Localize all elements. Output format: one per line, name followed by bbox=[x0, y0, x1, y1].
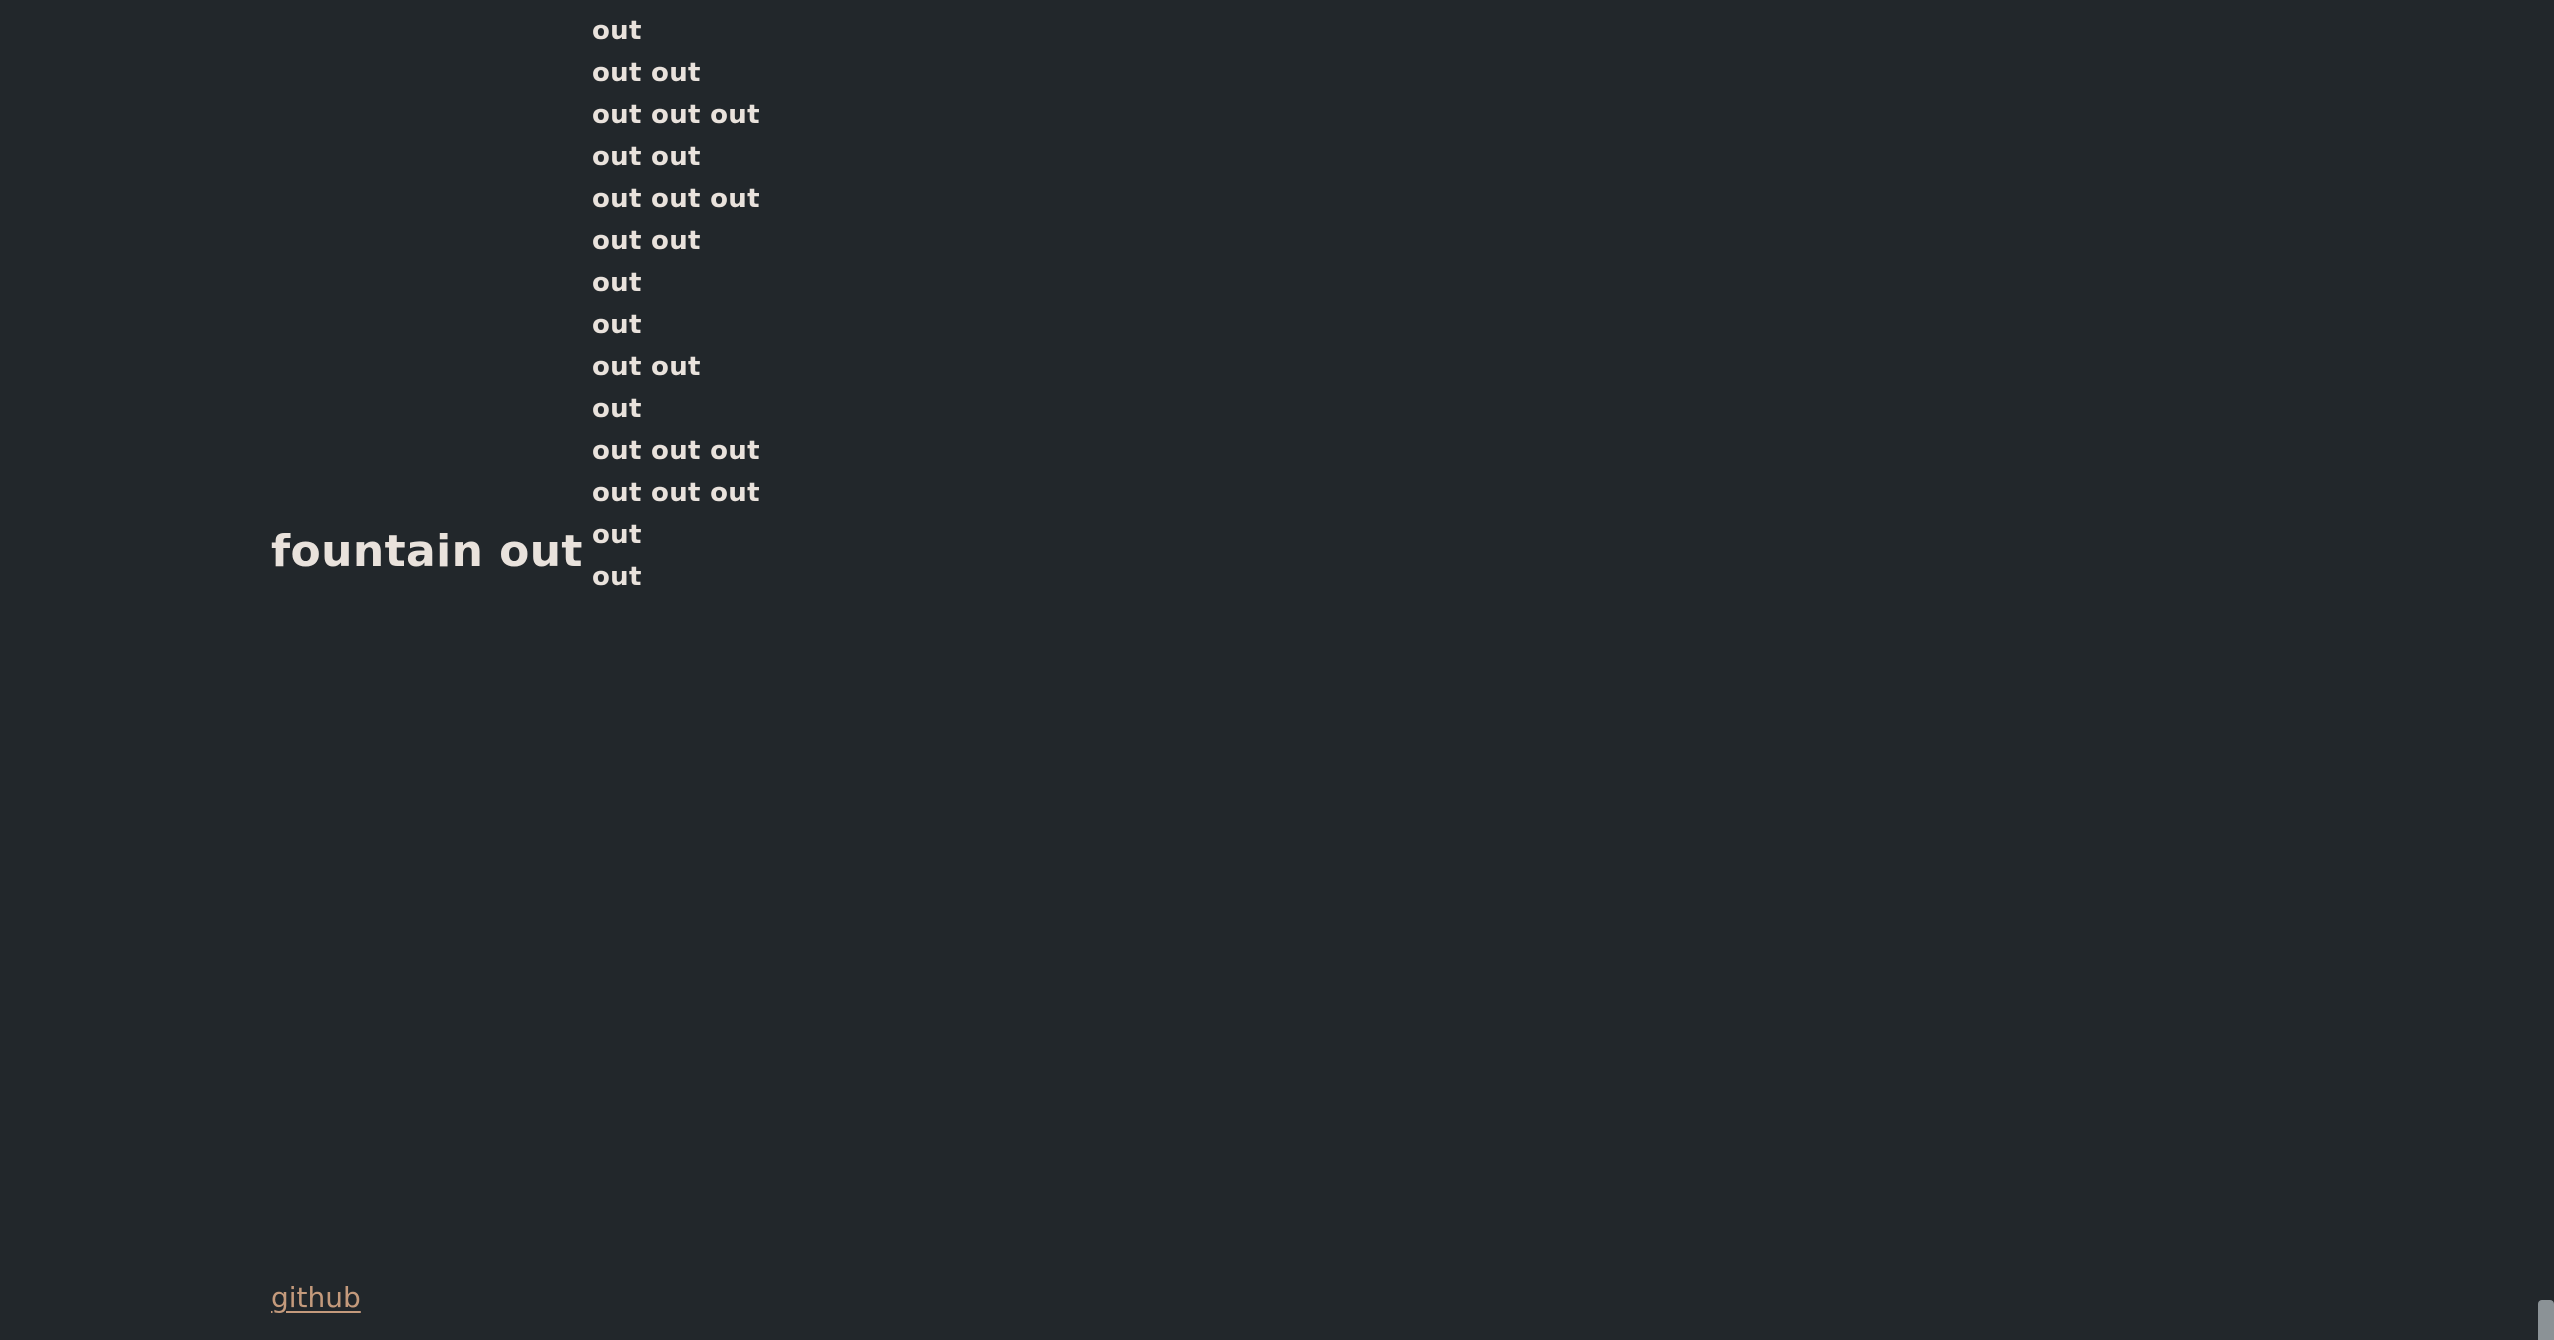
echo-line: out bbox=[592, 268, 642, 298]
echo-line: out out out bbox=[592, 100, 760, 130]
github-link[interactable]: github bbox=[271, 1281, 361, 1315]
echo-output-column: out out out out out out out out out out … bbox=[592, 10, 760, 598]
echo-line: out out bbox=[592, 226, 701, 256]
echo-line: out bbox=[592, 394, 642, 424]
echo-line: out bbox=[592, 520, 642, 550]
vertical-scrollbar-thumb[interactable] bbox=[2538, 1300, 2554, 1340]
echo-line: out bbox=[592, 16, 642, 46]
echo-line: out bbox=[592, 562, 642, 592]
echo-line: out out bbox=[592, 58, 701, 88]
page-root: fountain out out out out out out out out… bbox=[0, 0, 2554, 1340]
echo-line: out out bbox=[592, 142, 701, 172]
vertical-scrollbar-track[interactable] bbox=[2538, 0, 2554, 1340]
echo-line: out out out bbox=[592, 478, 760, 508]
echo-line: out out bbox=[592, 352, 701, 382]
page-title: fountain out bbox=[271, 526, 583, 577]
echo-line: out out out bbox=[592, 184, 760, 214]
echo-line: out out out bbox=[592, 436, 760, 466]
echo-line: out bbox=[592, 310, 642, 340]
